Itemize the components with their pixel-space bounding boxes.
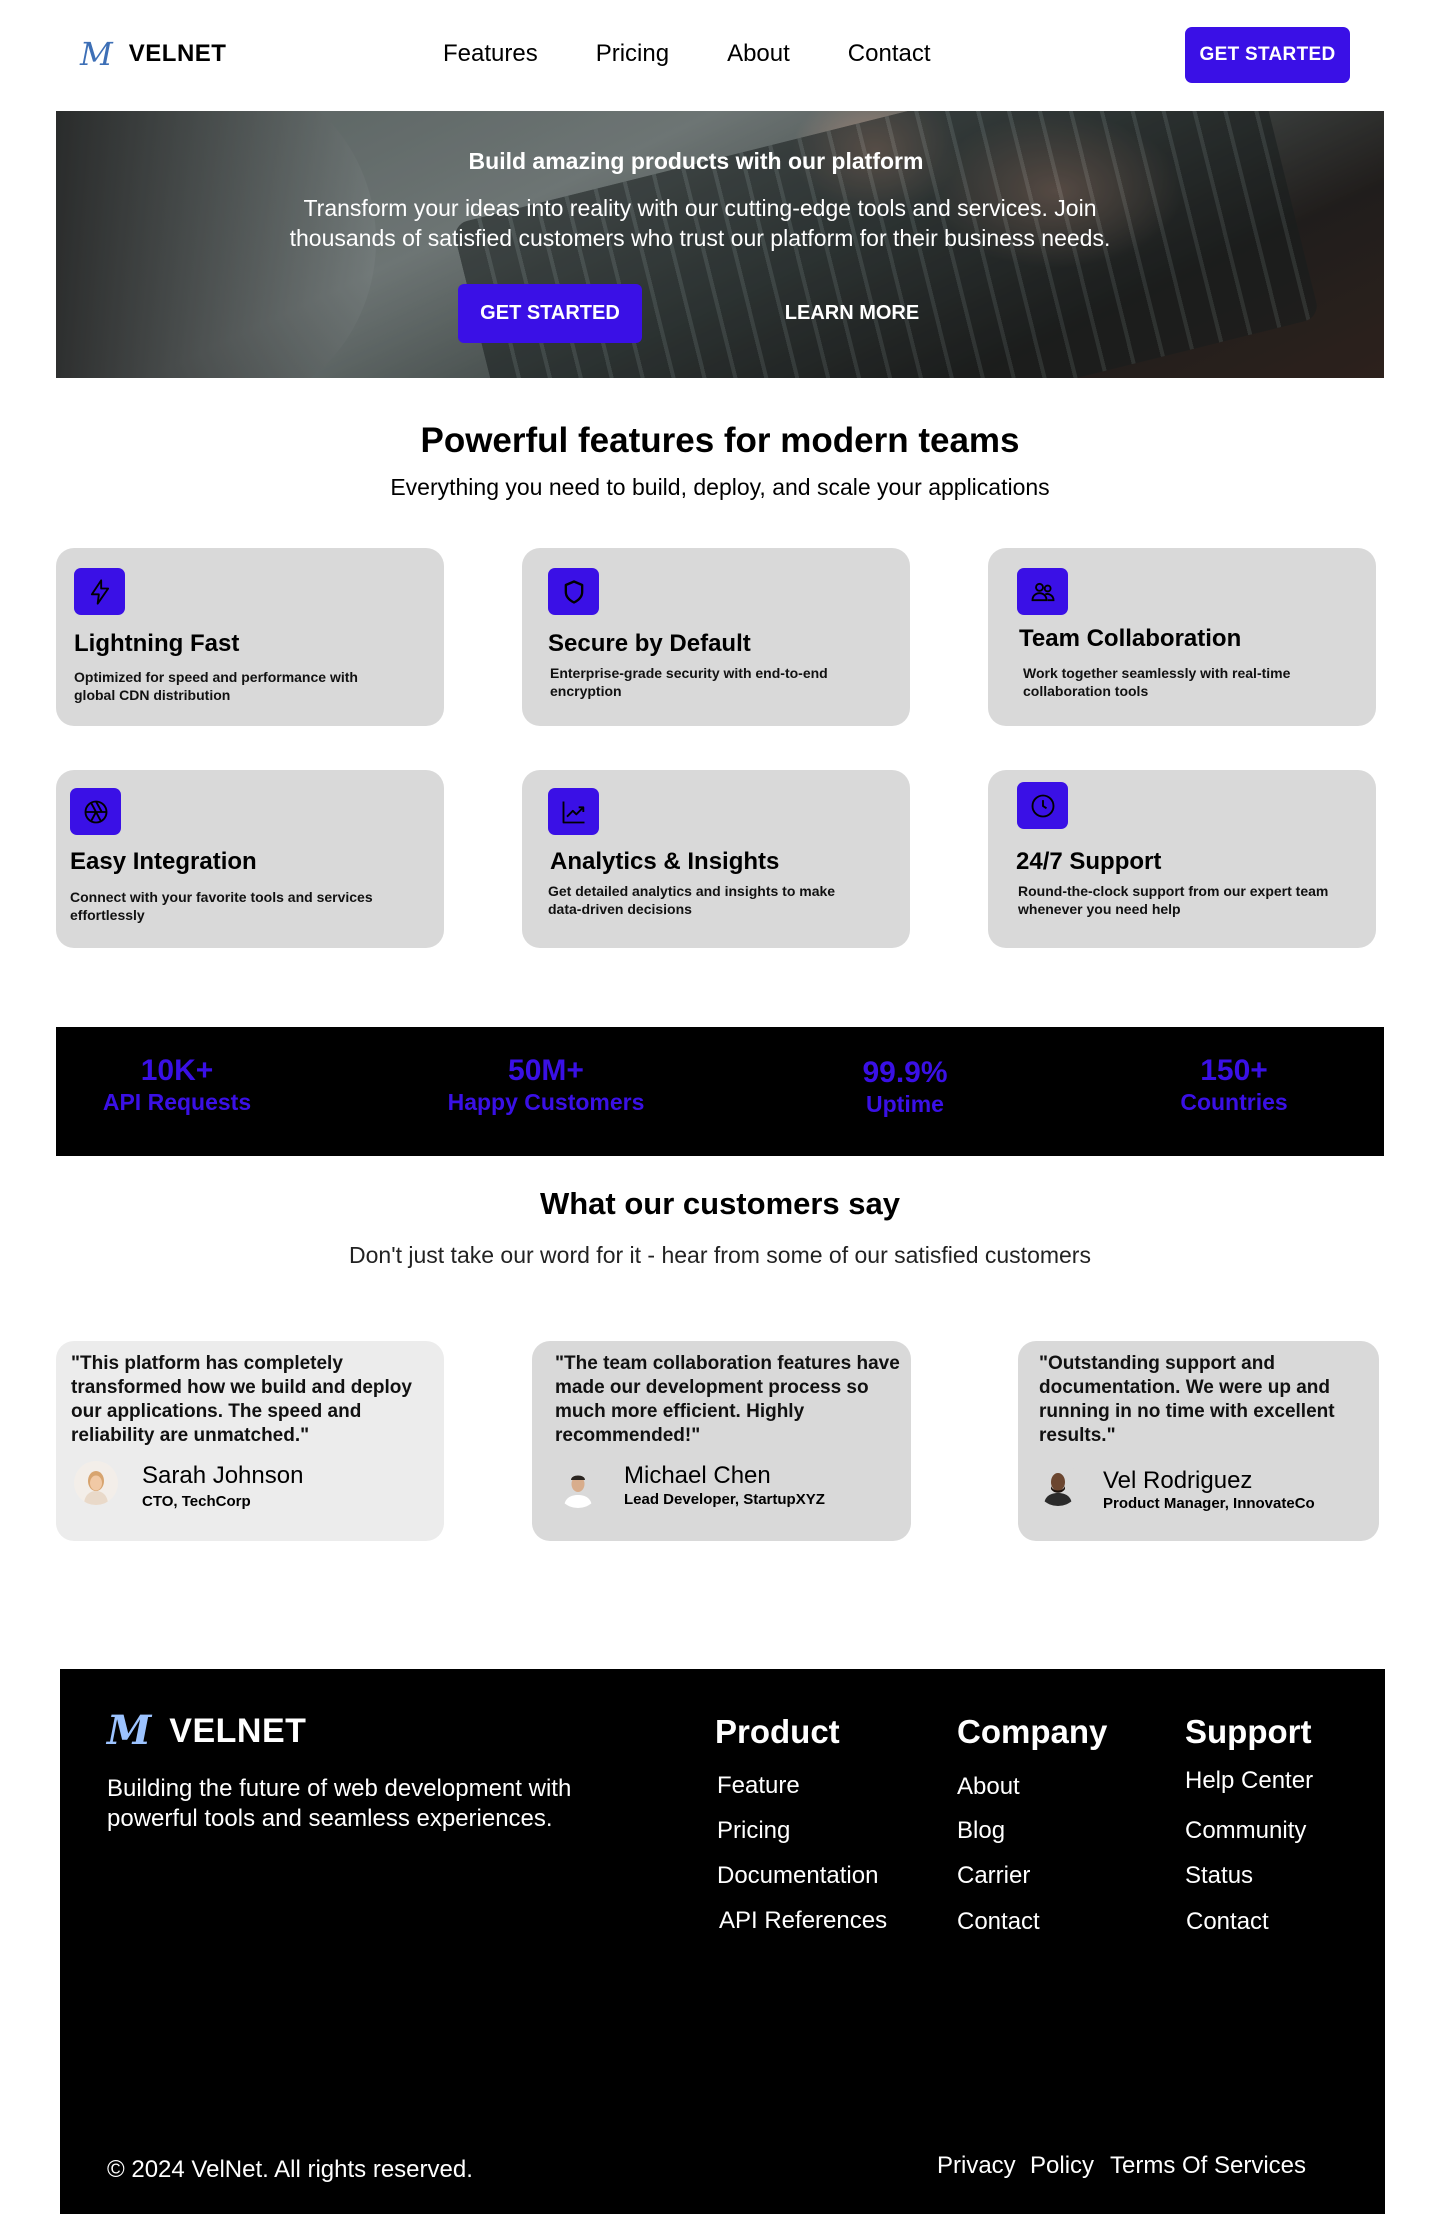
nav-links: Features Pricing About Contact [443, 40, 931, 68]
testimonial-quote: "Outstanding support and documentation. … [1039, 1353, 1335, 1446]
hero-get-started-button[interactable]: GET STARTED [458, 284, 642, 343]
feature-description: Round-the-clock support from our expert … [1018, 883, 1329, 917]
footer-copyright: © 2024 VelNet. All rights reserved. [107, 2156, 473, 2183]
stat-label: Countries [1180, 1089, 1288, 1115]
footer-link-contact[interactable]: Contact [957, 1908, 1040, 1936]
nav-link-pricing[interactable]: Pricing [596, 40, 669, 68]
feature-card: Team Collaboration Work together seamles… [988, 548, 1376, 726]
testimonials-subtitle: Don't just take our word for it - hear f… [349, 1242, 1091, 1268]
brand-name: VELNET [128, 40, 227, 67]
stat-api-requests: 10K+ API Requests [102, 1054, 252, 1116]
testimonial-role: Product Manager, InnovateCo [1103, 1495, 1315, 1512]
chart-icon [548, 788, 599, 835]
stat-value: 10K+ [140, 1054, 214, 1087]
site-footer: M VELNET Building the future of web deve… [60, 1669, 1385, 2214]
footer-link-status[interactable]: Status [1185, 1862, 1253, 1890]
clock-icon [1017, 782, 1068, 829]
stat-value: 150+ [1200, 1054, 1268, 1087]
feature-title: Secure by Default [548, 630, 751, 657]
nav-link-about[interactable]: About [727, 40, 790, 68]
feature-title: Easy Integration [70, 848, 257, 875]
footer-column-title-company: Company [957, 1713, 1108, 1750]
footer-link-privacy[interactable]: Privacy [937, 2152, 1016, 2180]
footer-link-documentation[interactable]: Documentation [717, 1862, 878, 1890]
testimonial-role: Lead Developer, StartupXYZ [624, 1491, 825, 1508]
features-subtitle: Everything you need to build, deploy, an… [390, 474, 1050, 500]
footer-link-help-center[interactable]: Help Center [1185, 1767, 1313, 1795]
top-navigation: M VELNET Features Pricing About Contact … [0, 0, 1440, 110]
stat-uptime: 99.9% Uptime [850, 1056, 960, 1118]
shield-icon [548, 568, 599, 615]
feature-title: 24/7 Support [1016, 848, 1162, 875]
footer-column-title-support: Support [1185, 1713, 1312, 1750]
hero-banner: Build amazing products with our platform… [56, 111, 1384, 378]
stat-value: 50M+ [508, 1054, 584, 1087]
features-title: Powerful features for modern teams [420, 421, 1020, 460]
nav-get-started-button[interactable]: GET STARTED [1185, 27, 1350, 83]
feature-card: 24/7 Support Round-the-clock support fro… [988, 770, 1376, 948]
lightning-icon [74, 568, 125, 615]
feature-title: Lightning Fast [74, 630, 240, 657]
users-icon [1017, 568, 1068, 615]
nav-link-contact[interactable]: Contact [848, 40, 931, 68]
testimonial-quote: "This platform has completely transforme… [71, 1353, 412, 1446]
feature-title: Team Collaboration [1019, 625, 1242, 652]
footer-link-community[interactable]: Community [1185, 1817, 1306, 1845]
hero-subtitle: Transform your ideas into reality with o… [289, 195, 1111, 251]
testimonial-quote: "The team collaboration features have ma… [555, 1353, 900, 1446]
testimonial-name: Vel Rodriguez [1103, 1467, 1253, 1494]
feature-card: Lightning Fast Optimized for speed and p… [56, 548, 444, 726]
nav-link-features[interactable]: Features [443, 40, 538, 68]
stat-happy-customers: 50M+ Happy Customers [436, 1054, 656, 1116]
stat-label: API Requests [102, 1089, 252, 1115]
logo-mark-icon: M [107, 1707, 152, 1754]
feature-description: Get detailed analytics and insights to m… [548, 883, 836, 917]
feature-title: Analytics & Insights [550, 848, 780, 875]
stat-value: 99.9% [862, 1056, 948, 1089]
footer-link-pricing[interactable]: Pricing [717, 1817, 790, 1845]
avatar [74, 1461, 118, 1505]
footer-link-carrier[interactable]: Carrier [957, 1862, 1030, 1890]
testimonial-card: "The team collaboration features have ma… [532, 1341, 911, 1541]
logo-mark-icon: M [80, 35, 113, 73]
feature-card: Analytics & Insights Get detailed analyt… [522, 770, 910, 948]
brand-logo[interactable]: M VELNET [80, 38, 226, 70]
testimonial-name: Michael Chen [624, 1462, 771, 1489]
testimonial-card: "This platform has completely transforme… [56, 1341, 444, 1541]
testimonial-name: Sarah Johnson [142, 1462, 304, 1489]
avatar [556, 1464, 600, 1508]
footer-link-terms[interactable]: Terms Of Services [1110, 2152, 1306, 2180]
feature-description: Work together seamlessly with real-time … [1023, 665, 1291, 699]
feature-card: Easy Integration Connect with your favor… [56, 770, 444, 948]
stat-label: Happy Customers [447, 1089, 645, 1115]
footer-logo[interactable]: M VELNET [107, 1711, 306, 1751]
footer-link-api-references[interactable]: API References [719, 1907, 887, 1935]
testimonials-title: What our customers say [539, 1186, 901, 1221]
aperture-icon [70, 788, 121, 835]
footer-column-title-product: Product [715, 1713, 840, 1750]
stats-bar: 10K+ API Requests 50M+ Happy Customers 9… [56, 1027, 1384, 1156]
feature-description: Optimized for speed and performance with… [74, 669, 358, 703]
stat-label: Uptime [866, 1091, 944, 1117]
avatar [1036, 1462, 1080, 1506]
footer-link-blog[interactable]: Blog [957, 1817, 1005, 1845]
feature-description: Enterprise-grade security with end-to-en… [550, 665, 828, 699]
footer-link-support-contact[interactable]: Contact [1186, 1908, 1269, 1936]
footer-link-policy[interactable]: Policy [1030, 2152, 1094, 2180]
testimonial-role: CTO, TechCorp [142, 1493, 251, 1510]
hero-learn-more-button[interactable]: LEARN MORE [762, 284, 942, 343]
footer-brand-name: VELNET [169, 1711, 307, 1750]
footer-link-feature[interactable]: Feature [717, 1772, 800, 1800]
stat-countries: 150+ Countries [1164, 1054, 1304, 1116]
testimonial-card: "Outstanding support and documentation. … [1018, 1341, 1379, 1541]
feature-description: Connect with your favorite tools and ser… [70, 889, 373, 923]
footer-link-about[interactable]: About [957, 1773, 1020, 1801]
footer-tagline: Building the future of web development w… [107, 1775, 572, 1832]
feature-card: Secure by Default Enterprise-grade secur… [522, 548, 910, 726]
hero-title: Build amazing products with our platform [468, 148, 924, 174]
